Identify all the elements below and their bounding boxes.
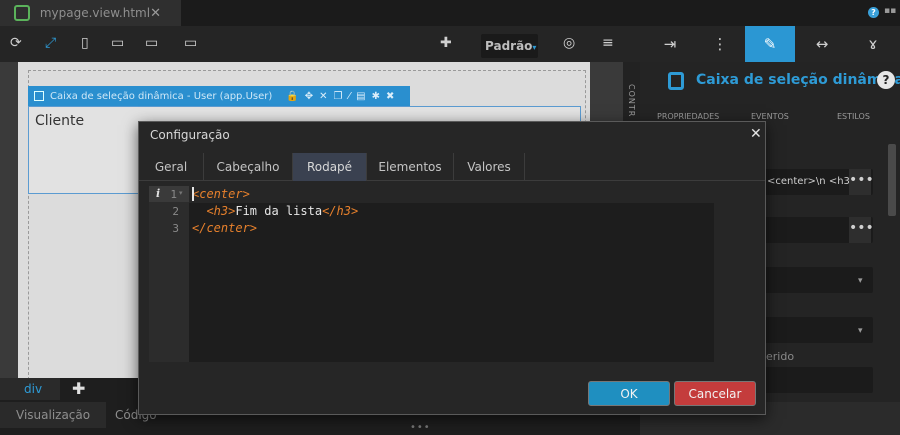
dialog-tabs: Geral Cabeçalho Rodapé Elementos Valores xyxy=(139,153,765,181)
component-type-icon xyxy=(668,72,684,90)
add-icon[interactable]: ✚ xyxy=(72,379,85,398)
database-icon[interactable]: ▤ xyxy=(356,91,365,102)
component-label: Caixa de seleção dinâmica - User (app.Us… xyxy=(50,90,273,102)
side-strip-label: CONTR xyxy=(627,84,636,118)
close-icon[interactable]: ✕ xyxy=(750,126,762,142)
close-icon[interactable]: ✖ xyxy=(386,91,394,102)
component-icon xyxy=(34,91,44,101)
cancel-button[interactable]: Cancelar xyxy=(674,381,756,406)
code-editor[interactable]: <center> <h3>Fim da lista</h3> </center> xyxy=(189,186,714,362)
property-select[interactable] xyxy=(765,317,873,343)
property-select[interactable] xyxy=(765,267,873,293)
login-icon[interactable]: ⇥ xyxy=(645,26,695,62)
designer-toolbar: ⟳ ⤢ ▯ ▭ ▭ ▭ ✚ ◎ ≡ xyxy=(0,26,640,62)
file-tab[interactable]: mypage.view.html ✕ xyxy=(0,0,181,26)
component-header[interactable]: Caixa de seleção dinâmica - User (app.Us… xyxy=(28,86,410,106)
preset-select[interactable]: Padrão▾ xyxy=(481,34,538,58)
line-number: 3 xyxy=(172,222,179,235)
arrows-icon[interactable]: ✕ xyxy=(319,91,327,102)
arrows-icon[interactable]: ↔ xyxy=(797,26,847,62)
preset-select-label: Padrão xyxy=(485,39,533,53)
panel-toolbar: ⇥ ⋮ ✎ ↔ ɤ xyxy=(640,26,900,62)
tree-icon[interactable]: ⋮ xyxy=(695,26,745,62)
wand-icon[interactable]: ⁄ xyxy=(348,91,350,102)
tablet-icon[interactable]: ▭ xyxy=(111,35,124,51)
ok-button[interactable]: OK xyxy=(588,381,670,406)
scrollbar[interactable] xyxy=(888,144,896,216)
code-line: <h3>Fim da lista</h3> xyxy=(206,204,359,218)
more-button[interactable]: ••• xyxy=(849,169,874,195)
configuration-dialog: Configuração ✕ Geral Cabeçalho Rodapé El… xyxy=(138,121,766,415)
gear-icon[interactable]: ✱ xyxy=(372,91,380,102)
tab-events[interactable]: EVENTOS xyxy=(751,112,789,121)
breadcrumb[interactable]: div xyxy=(0,378,60,400)
line-number: 2 xyxy=(172,205,179,218)
monitor-icon[interactable]: ▭ xyxy=(184,35,197,51)
refresh-icon[interactable]: ⟳ xyxy=(10,35,22,51)
brush-icon[interactable]: ✎ xyxy=(745,26,795,62)
close-tab-icon[interactable]: ✕ xyxy=(150,6,161,21)
tab-rodape[interactable]: Rodapé xyxy=(293,153,367,181)
tab-cabecalho[interactable]: Cabeçalho xyxy=(204,153,293,181)
info-icon: i xyxy=(156,187,161,200)
code-line: </center> xyxy=(192,221,258,235)
field-caption: erido xyxy=(766,350,795,363)
resize-handle[interactable]: ••• xyxy=(410,422,431,433)
tab-elementos[interactable]: Elementos xyxy=(367,153,454,181)
code-line: <center> xyxy=(192,187,250,201)
file-icon xyxy=(14,5,30,21)
lock-icon[interactable]: 🔒 xyxy=(286,91,298,102)
move-icon[interactable]: ✥ xyxy=(305,91,313,102)
tab-geral[interactable]: Geral xyxy=(139,153,204,181)
properties-title: Caixa de seleção dinâmica xyxy=(696,72,900,88)
dialog-title: Configuração xyxy=(150,128,230,142)
eye-off-icon[interactable]: ◎ xyxy=(563,35,575,51)
chevron-down-icon: ▾ xyxy=(858,276,863,286)
help-icon[interactable]: ? xyxy=(868,7,879,18)
help-icon[interactable]: ? xyxy=(877,71,895,89)
text-cursor xyxy=(192,187,194,201)
property-field[interactable] xyxy=(765,367,873,393)
phone-icon[interactable]: ▯ xyxy=(81,35,89,51)
chevron-down-icon: ▾ xyxy=(532,43,537,52)
line-number: 1 xyxy=(170,188,177,201)
fold-icon[interactable]: ▾ xyxy=(179,189,183,197)
menu-icon[interactable]: ▪▪ xyxy=(884,6,896,16)
chevron-down-icon: ▾ xyxy=(858,326,863,336)
database-icon[interactable]: ≡ xyxy=(602,35,614,51)
field-label: Cliente xyxy=(35,113,85,129)
tools-icon[interactable]: ɤ xyxy=(848,26,898,62)
active-line xyxy=(189,186,714,203)
editor-gutter: i 1 ▾ 2 3 xyxy=(149,186,189,362)
tab-visualization[interactable]: Visualização xyxy=(0,402,107,428)
expand-icon[interactable]: ⤢ xyxy=(45,35,56,51)
file-tab-label: mypage.view.html xyxy=(39,6,151,20)
desktop-icon[interactable]: ▭ xyxy=(145,35,158,51)
more-button[interactable]: ••• xyxy=(849,217,874,243)
copy-icon[interactable]: ❐ xyxy=(334,91,343,102)
tab-valores[interactable]: Valores xyxy=(454,153,525,181)
add-icon[interactable]: ✚ xyxy=(440,35,452,51)
active-line-marker xyxy=(149,186,189,202)
tab-styles[interactable]: ESTILOS xyxy=(837,112,870,121)
tab-properties[interactable]: PROPRIEDADES xyxy=(657,112,719,121)
